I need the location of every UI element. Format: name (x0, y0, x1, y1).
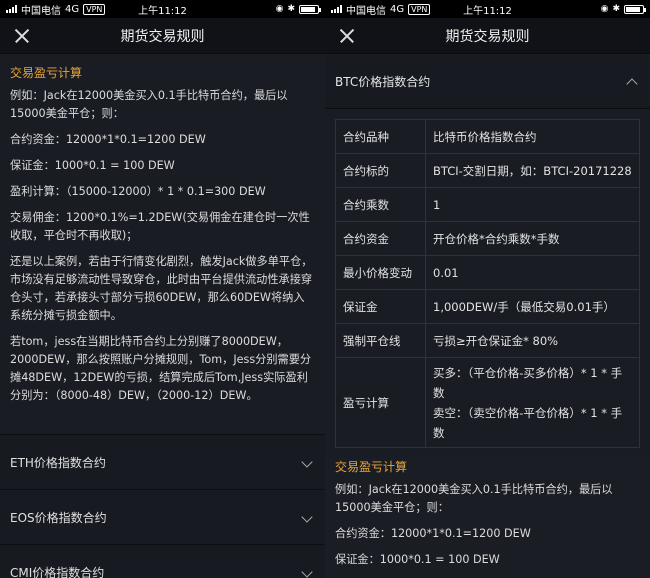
accordion-eos[interactable]: EOS价格指数合约 (0, 489, 325, 544)
signal-icon (331, 5, 342, 13)
rotation-lock-icon: ◉ (275, 4, 284, 14)
paragraph: 还是以上案例，若由于行情变化剧烈，触发Jack做多单平仓，市场没有足够流动性导致… (10, 255, 313, 322)
paragraph: 合约资金：12000*1*0.1=1200 DEW (335, 527, 531, 540)
accordion-label: EOS价格指数合约 (10, 510, 107, 525)
table-row: 合约品种 比特币价格指数合约 (335, 119, 640, 154)
accordion-label: BTC价格指数合约 (335, 74, 431, 89)
paragraph: 保证金：1000*0.1 = 100 DEW (335, 553, 500, 566)
right-screen: 中国电信 4G VPN 上午11:12 ◉ ✱ 期货交易规则 BTC价格指数合约… (325, 0, 650, 578)
accordion-btc[interactable]: BTC价格指数合约 (325, 54, 650, 109)
paragraph: 例如：Jack在12000美金买入0.1手比特币合约，最后以15000美金平仓；… (335, 483, 613, 514)
nav-bar: 期货交易规则 (0, 18, 325, 54)
row-key: 保证金 (335, 289, 426, 324)
row-value: BTCI-交割日期，如：BTCI-20171228 (425, 153, 640, 188)
accordion-label: CMI价格指数合约 (10, 565, 105, 578)
row-key: 盈亏计算 (335, 357, 426, 448)
status-bar: 中国电信 4G VPN 上午11:12 ◉ ✱ (0, 0, 325, 18)
page-title: 期货交易规则 (445, 28, 530, 45)
left-screen: 中国电信 4G VPN 上午11:12 ◉ ✱ 期货交易规则 交易盈亏计算 例如… (0, 0, 325, 578)
row-value: 1,000DEW/手（最低交易0.01手） (425, 289, 640, 324)
row-value: 0.01 (425, 255, 640, 290)
status-bar: 中国电信 4G VPN 上午11:12 ◉ ✱ (325, 0, 650, 18)
network: 4G (65, 3, 80, 15)
table-row: 合约乘数 1 (335, 187, 640, 222)
contract-table: 合约品种 比特币价格指数合约 合约标的 BTCI-交割日期，如：BTCI-20171… (335, 119, 640, 448)
row-key: 合约乘数 (335, 187, 426, 222)
signal-icon (6, 5, 17, 13)
row-value: 比特币价格指数合约 (425, 119, 640, 154)
row-value: 开仓价格*合约乘数*手数 (425, 221, 640, 256)
rotation-lock-icon: ◉ (600, 4, 609, 14)
table-row: 最小价格变动 0.01 (335, 255, 640, 290)
row-key: 最小价格变动 (335, 255, 426, 290)
chevron-down-icon (301, 511, 313, 523)
row-value-line: 买多：（平仓价格-买多价格）* 1 * 手数 (433, 365, 623, 400)
vpn-badge: VPN (408, 3, 431, 15)
row-key: 合约资金 (335, 221, 426, 256)
contract-table-wrap: 合约品种 比特币价格指数合约 合约标的 BTCI-交割日期，如：BTCI-20171… (325, 109, 650, 458)
vpn-badge: VPN (83, 3, 106, 15)
table-row: 强制平仓线 亏损≥开仓保证金* 80% (335, 323, 640, 358)
paragraph: 保证金：1000*0.1 = 100 DEW (10, 159, 175, 172)
bluetooth-icon: ✱ (287, 4, 295, 14)
chevron-up-icon (626, 78, 638, 90)
row-key: 合约标的 (335, 153, 426, 188)
row-key: 合约品种 (335, 119, 426, 154)
accordion-label: ETH价格指数合约 (10, 455, 106, 470)
section-title: 交易盈亏计算 (335, 460, 408, 474)
table-row: 合约标的 BTCI-交割日期，如：BTCI-20171228 (335, 153, 640, 188)
paragraph: 若tom，jess在当期比特币合约上分别赚了8000DEW，2000DEW，那么… (10, 335, 312, 402)
row-value-line: 卖空：（卖空价格-平仓价格）* 1 * 手数 (433, 405, 623, 440)
table-row: 保证金 1,000DEW/手（最低交易0.01手） (335, 289, 640, 324)
paragraph: 合约资金：12000*1*0.1=1200 DEW (10, 133, 206, 146)
network: 4G (390, 3, 405, 15)
row-value: 1 (425, 187, 640, 222)
row-key: 强制平仓线 (335, 323, 426, 358)
paragraph: 盈利计算：（15000-12000）* 1 * 0.1=300 DEW (10, 185, 266, 198)
section-title: 交易盈亏计算 (10, 66, 83, 80)
accordion-cmi[interactable]: CMI价格指数合约 (0, 544, 325, 578)
carrier: 中国电信 (21, 5, 61, 17)
close-icon[interactable] (12, 26, 32, 46)
page-title: 期货交易规则 (120, 28, 205, 45)
chevron-down-icon (301, 456, 313, 468)
bluetooth-icon: ✱ (612, 4, 620, 14)
battery-icon (299, 4, 321, 14)
accordion-eth[interactable]: ETH价格指数合约 (0, 434, 325, 489)
paragraph: 交易佣金：1200*0.1%=1.2DEW(交易佣金在建仓时一次性收取，平仓时不… (10, 211, 310, 242)
paragraph: 例如：Jack在12000美金买入0.1手比特币合约，最后以15000美金平仓；… (10, 89, 288, 120)
profit-loss-content: 交易盈亏计算 例如：Jack在12000美金买入0.1手比特币合约，最后以150… (0, 54, 325, 434)
chevron-down-icon (301, 566, 313, 578)
table-row: 盈亏计算 买多：（平仓价格-买多价格）* 1 * 手数 卖空：（卖空价格-平仓价… (335, 357, 640, 448)
battery-icon (624, 4, 646, 14)
row-value: 买多：（平仓价格-买多价格）* 1 * 手数 卖空：（卖空价格-平仓价格）* 1… (425, 357, 640, 448)
profit-loss-content: 交易盈亏计算 例如：Jack在12000美金买入0.1手比特币合约，最后以150… (325, 458, 650, 569)
row-value: 亏损≥开仓保证金* 80% (425, 323, 640, 358)
carrier: 中国电信 (346, 5, 386, 17)
table-row: 合约资金 开仓价格*合约乘数*手数 (335, 221, 640, 256)
close-icon[interactable] (337, 26, 357, 46)
nav-bar: 期货交易规则 (325, 18, 650, 54)
